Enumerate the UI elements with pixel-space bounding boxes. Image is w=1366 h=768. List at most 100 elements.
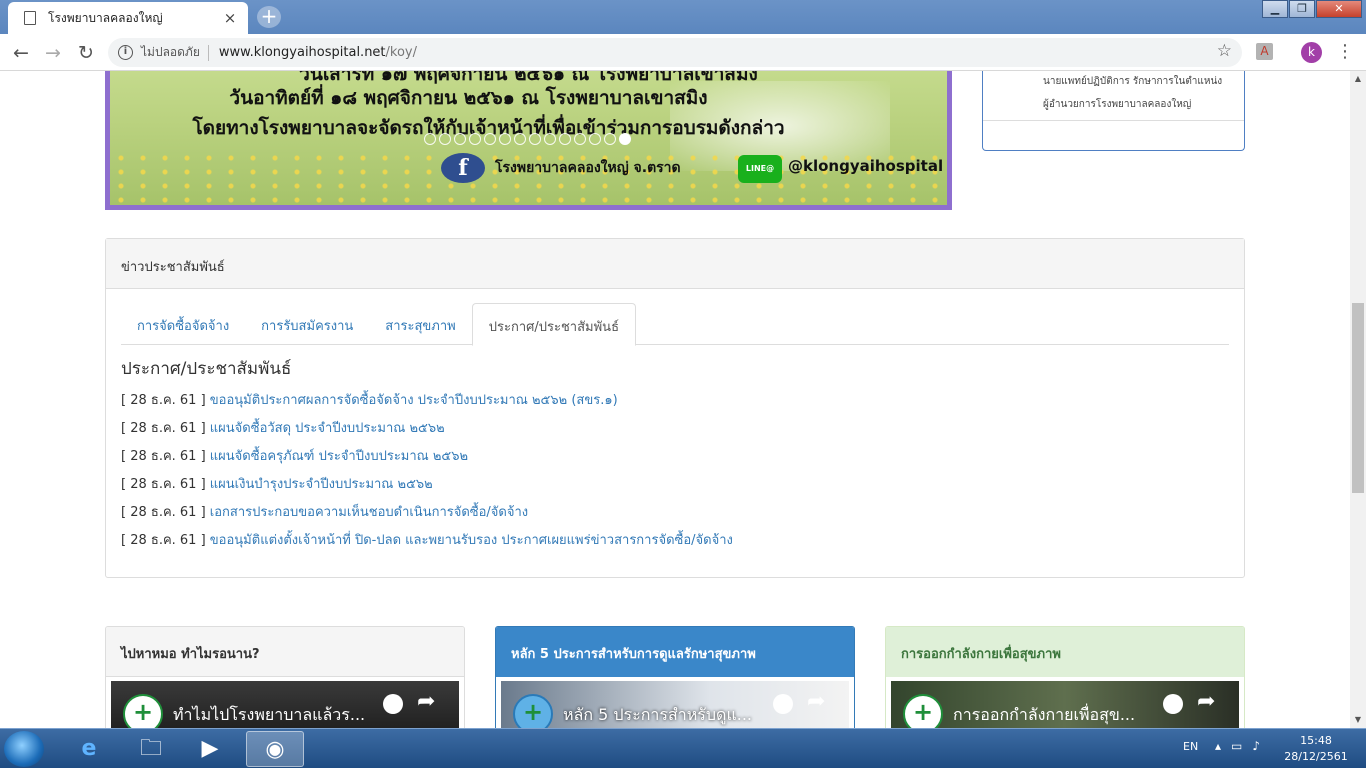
watch-later-icon[interactable] xyxy=(383,694,403,714)
watch-later-icon[interactable] xyxy=(773,694,793,714)
moph-logo-icon xyxy=(123,694,163,728)
video-card-exercise: การออกกำลังกายเพื่อสุขภาพ การออกกำลังกาย… xyxy=(885,626,1245,728)
scroll-up-arrow[interactable]: ▲ xyxy=(1350,71,1366,87)
news-link[interactable]: ขออนุมัติประกาศผลการจัดซื้อจัดจ้าง ประจำ… xyxy=(210,393,618,408)
card-heading: หลัก 5 ประการสำหรับการดูแลรักษาสุขภาพ xyxy=(496,627,854,677)
url-host[interactable]: www.klongyaihospital.net xyxy=(219,45,386,60)
carousel-dot[interactable] xyxy=(499,133,511,145)
menu-icon[interactable]: ⋮ xyxy=(1336,39,1354,65)
video-title[interactable]: การออกกำลังกายเพื่อสุข... xyxy=(953,703,1163,728)
news-link[interactable]: เอกสารประกอบขอความเห็นชอบดำเนินการจัดซื้… xyxy=(210,505,528,520)
video-embed[interactable]: หลัก 5 ประการสำหรับดูแ... ➦ xyxy=(501,681,849,728)
news-date: [ 28 ธ.ค. 61 ] xyxy=(121,421,206,436)
news-date: [ 28 ธ.ค. 61 ] xyxy=(121,533,206,548)
carousel-dot[interactable] xyxy=(514,133,526,145)
list-item: [ 28 ธ.ค. 61 ] แผนจัดซื้อวัสดุ ประจำปีงบ… xyxy=(121,417,733,445)
minimize-button[interactable]: ▁ xyxy=(1262,0,1288,18)
facebook-label: โรงพยาบาลคลองใหญ่ จ.ตราด xyxy=(495,160,681,176)
language-indicator[interactable]: EN xyxy=(1183,740,1198,753)
news-tabs: การจัดซื้อจัดจ้าง การรับสมัครงาน สาระสุข… xyxy=(121,303,1229,346)
video-title[interactable]: หลัก 5 ประการสำหรับดูแ... xyxy=(563,703,773,728)
channel-avatar-icon xyxy=(513,694,553,728)
window-close-button[interactable]: ✕ xyxy=(1316,0,1362,18)
share-icon[interactable]: ➦ xyxy=(807,689,825,714)
windows-taskbar: e 🗀 ▶ ◉ EN ▴▭♪ 15:48 28/12/2561 xyxy=(0,728,1366,768)
info-icon[interactable]: i xyxy=(118,45,133,60)
acrobat-icon[interactable]: A xyxy=(1256,43,1273,60)
omnibox-divider xyxy=(207,44,209,61)
announcement-banner[interactable]: วันเสาร์ที่ ๑๗ พฤศจิกายน ๒๕๖๑ ณ โรงพยาบา… xyxy=(105,71,952,210)
director-title: นายแพทย์ปฏิบัติการ รักษาการในตำแหน่ง xyxy=(1043,76,1223,87)
share-icon[interactable]: ➦ xyxy=(1197,689,1215,714)
carousel-dot[interactable] xyxy=(544,133,556,145)
new-tab-button[interactable]: + xyxy=(257,6,281,28)
vertical-scrollbar[interactable]: ▲ ▼ xyxy=(1350,71,1366,728)
watch-later-icon[interactable] xyxy=(1163,694,1183,714)
line-label: @klongyaihospital xyxy=(788,157,944,175)
news-date: [ 28 ธ.ค. 61 ] xyxy=(121,505,206,520)
scroll-thumb[interactable] xyxy=(1352,303,1364,493)
facebook-icon: f xyxy=(441,153,485,183)
carousel-dot[interactable] xyxy=(574,133,586,145)
forward-icon[interactable]: → xyxy=(40,40,66,66)
star-icon[interactable]: ☆ xyxy=(1217,41,1232,61)
tab-recruitment[interactable]: การรับสมัครงาน xyxy=(245,303,369,345)
tab-health-info[interactable]: สาระสุขภาพ xyxy=(369,303,471,345)
reload-icon[interactable]: ↻ xyxy=(73,40,99,66)
carousel-dot[interactable] xyxy=(454,133,466,145)
carousel-dot[interactable] xyxy=(619,133,631,145)
video-card-wait-time: ไปหาหมอ ทำไมรอนาน? ทำไมไปโรงพยาบาลแล้วร.… xyxy=(105,626,465,728)
news-date: [ 28 ธ.ค. 61 ] xyxy=(121,393,206,408)
carousel-dot[interactable] xyxy=(559,133,571,145)
list-item: [ 28 ธ.ค. 61 ] แผนเงินบำรุงประจำปีงบประม… xyxy=(121,473,733,501)
panel-divider xyxy=(983,120,1244,121)
address-bar[interactable]: i ไม่ปลอดภัย www.klongyaihospital.net/ko… xyxy=(108,38,1242,67)
carousel-dot[interactable] xyxy=(589,133,601,145)
news-date: [ 28 ธ.ค. 61 ] xyxy=(121,449,206,464)
video-embed[interactable]: การออกกำลังกายเพื่อสุข... ➦ xyxy=(891,681,1239,728)
security-label[interactable]: ไม่ปลอดภัย xyxy=(141,43,200,62)
profile-avatar[interactable]: k xyxy=(1301,42,1322,63)
clock-date: 28/12/2561 xyxy=(1284,750,1348,763)
tab-procurement[interactable]: การจัดซื้อจัดจ้าง xyxy=(121,303,245,345)
chrome-icon[interactable]: ◉ xyxy=(246,731,304,767)
scroll-down-arrow[interactable]: ▼ xyxy=(1350,712,1366,728)
url-path[interactable]: /koy/ xyxy=(386,45,417,60)
ie-icon[interactable]: e xyxy=(60,731,118,767)
carousel-dot[interactable] xyxy=(439,133,451,145)
card-heading: ไปหาหมอ ทำไมรอนาน? xyxy=(106,627,464,677)
back-icon[interactable]: ← xyxy=(8,40,34,66)
tab-close-button[interactable]: × xyxy=(222,9,238,27)
share-icon[interactable]: ➦ xyxy=(417,689,435,714)
news-link[interactable]: แผนจัดซื้อครุภัณฑ์ ประจำปีงบประมาณ ๒๕๖๒ xyxy=(210,449,468,464)
carousel-dot[interactable] xyxy=(469,133,481,145)
carousel-dot[interactable] xyxy=(484,133,496,145)
list-item: [ 28 ธ.ค. 61 ] ขออนุมัติประกาศผลการจัดซื… xyxy=(121,389,733,417)
page-viewport: วันเสาร์ที่ ๑๗ พฤศจิกายน ๒๕๖๑ ณ โรงพยาบา… xyxy=(0,71,1350,728)
start-button[interactable] xyxy=(4,731,44,767)
carousel-dot[interactable] xyxy=(529,133,541,145)
news-link[interactable]: ขออนุมัติแต่งตั้งเจ้าหน้าที่ ปิด-ปลด และ… xyxy=(210,533,733,548)
news-link[interactable]: แผนเงินบำรุงประจำปีงบประมาณ ๒๕๖๒ xyxy=(210,477,433,492)
clock-time: 15:48 xyxy=(1300,734,1332,747)
doc-icon xyxy=(24,11,36,25)
maximize-button[interactable]: ❐ xyxy=(1289,0,1315,18)
media-player-icon[interactable]: ▶ xyxy=(181,731,239,767)
moph-logo-icon xyxy=(903,694,943,728)
news-link[interactable]: แผนจัดซื้อวัสดุ ประจำปีงบประมาณ ๒๕๖๒ xyxy=(210,421,445,436)
video-title[interactable]: ทำไมไปโรงพยาบาลแล้วร... xyxy=(173,703,383,728)
director-panel: นายแพทย์ปฏิบัติการ รักษาการในตำแหน่ง ผู้… xyxy=(982,71,1245,151)
carousel-dot[interactable] xyxy=(604,133,616,145)
video-embed[interactable]: ทำไมไปโรงพยาบาลแล้วร... ➦ xyxy=(111,681,459,728)
explorer-icon[interactable]: 🗀 xyxy=(122,731,180,767)
system-tray-icons[interactable]: ▴▭♪ xyxy=(1215,739,1270,753)
carousel-dot[interactable] xyxy=(424,133,436,145)
news-heading: ข่าวประชาสัมพันธ์ xyxy=(106,239,1244,289)
browser-tab[interactable]: โรงพยาบาลคลองใหญ่ × xyxy=(8,2,248,34)
tab-announcements[interactable]: ประกาศ/ประชาสัมพันธ์ xyxy=(471,303,637,346)
list-item: [ 28 ธ.ค. 61 ] เอกสารประกอบขอความเห็นชอบ… xyxy=(121,501,733,529)
taskbar-clock[interactable]: 15:48 28/12/2561 xyxy=(1283,733,1349,765)
line-icon: LINE@ xyxy=(738,155,782,183)
news-date: [ 28 ธ.ค. 61 ] xyxy=(121,477,206,492)
browser-toolbar: ← → ↻ i ไม่ปลอดภัย www.klongyaihospital.… xyxy=(0,34,1366,71)
